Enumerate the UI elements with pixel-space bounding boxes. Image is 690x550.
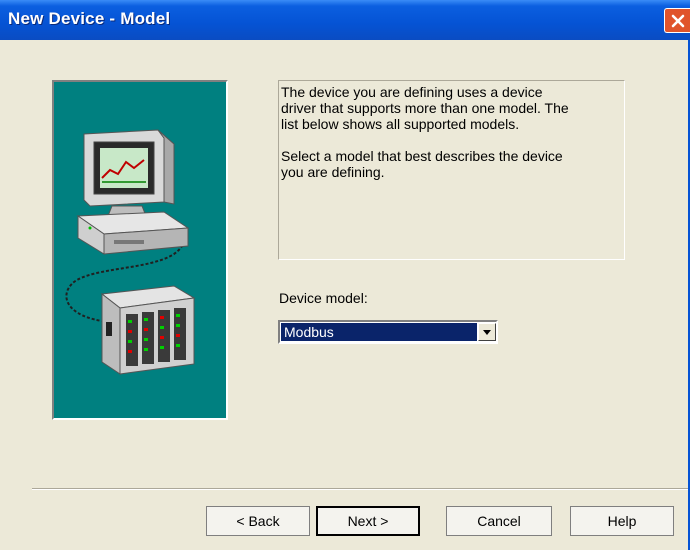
computer-plc-illustration [52,80,228,420]
next-button[interactable]: Next > [316,506,420,536]
description-line: driver that supports more than one model… [281,100,569,116]
description-panel: The device you are defining uses a devic… [278,80,625,260]
dropdown-button[interactable] [478,323,496,341]
device-model-selected-value[interactable]: Modbus [281,323,477,341]
dialog-window: New Device - Model The device you are de… [0,0,690,550]
window-title: New Device - Model [8,9,171,28]
illustration-graphic [65,129,196,375]
device-model-select[interactable]: Modbus [278,320,498,344]
title-bar[interactable]: New Device - Model [0,0,690,40]
instruction-text: Select a model that best describes the d… [281,148,624,180]
description-line: The device you are defining uses a devic… [281,84,543,100]
separator [32,488,688,490]
description-line: Select a model that best describes the d… [281,148,563,164]
close-button[interactable] [664,8,690,33]
cancel-button[interactable]: Cancel [446,506,552,536]
description-line: list below shows all supported models. [281,116,520,132]
back-button[interactable]: < Back [206,506,310,536]
description-line: you are defining. [281,164,385,180]
help-button[interactable]: Help [570,506,674,536]
description-text: The device you are defining uses a devic… [281,84,624,132]
device-model-label: Device model: [279,290,368,306]
close-icon [671,14,685,28]
chevron-down-icon [483,330,491,335]
